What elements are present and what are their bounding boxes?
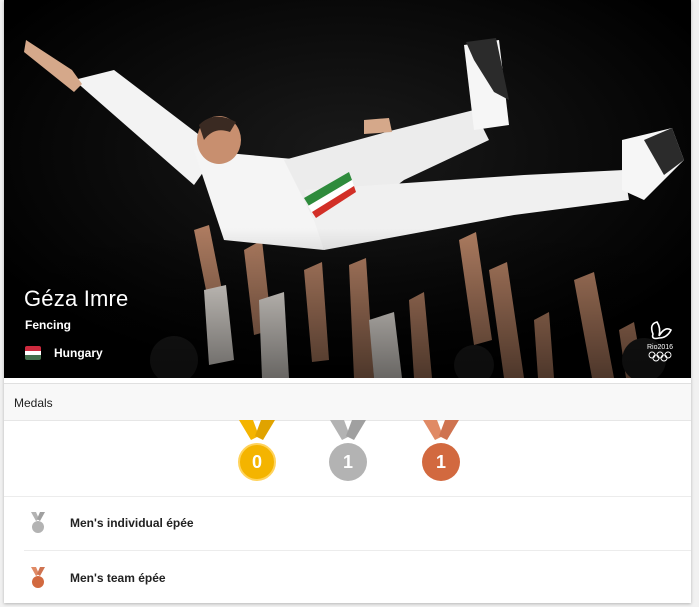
bronze-medal-icon [31,567,45,588]
event-name: Men's individual épée [70,516,194,530]
rio-logo-text: Rio2016 [647,344,673,351]
gold-count: 0 [251,452,262,472]
hero-image: Géza Imre Fencing Hungary Rio2016 [4,0,691,378]
medals-title: Medals [14,396,53,410]
silver-medal-count: 1 [328,420,368,484]
country-name: Hungary [54,346,103,360]
silver-count: 1 [342,452,353,472]
rio-2016-logo: Rio2016 [647,321,673,362]
athlete-country: Hungary [25,345,103,361]
hungary-flag-icon [25,346,41,360]
athlete-sport: Fencing [25,318,72,332]
medal-summary: 0 1 1 [4,420,691,497]
bronze-count: 1 [435,452,446,472]
medal-event-row[interactable]: Men's individual épée [24,496,691,550]
medal-event-row[interactable]: Men's team épée [24,551,691,603]
athlete-name: Géza Imre [24,286,129,311]
gold-medal-count: 0 [237,420,277,484]
medals-header: Medals [4,383,691,421]
event-name: Men's team épée [70,571,166,585]
silver-medal-icon [31,512,45,533]
bronze-medal-count: 1 [421,420,461,484]
athlete-card: Géza Imre Fencing Hungary Rio2016 Medals [4,0,691,603]
